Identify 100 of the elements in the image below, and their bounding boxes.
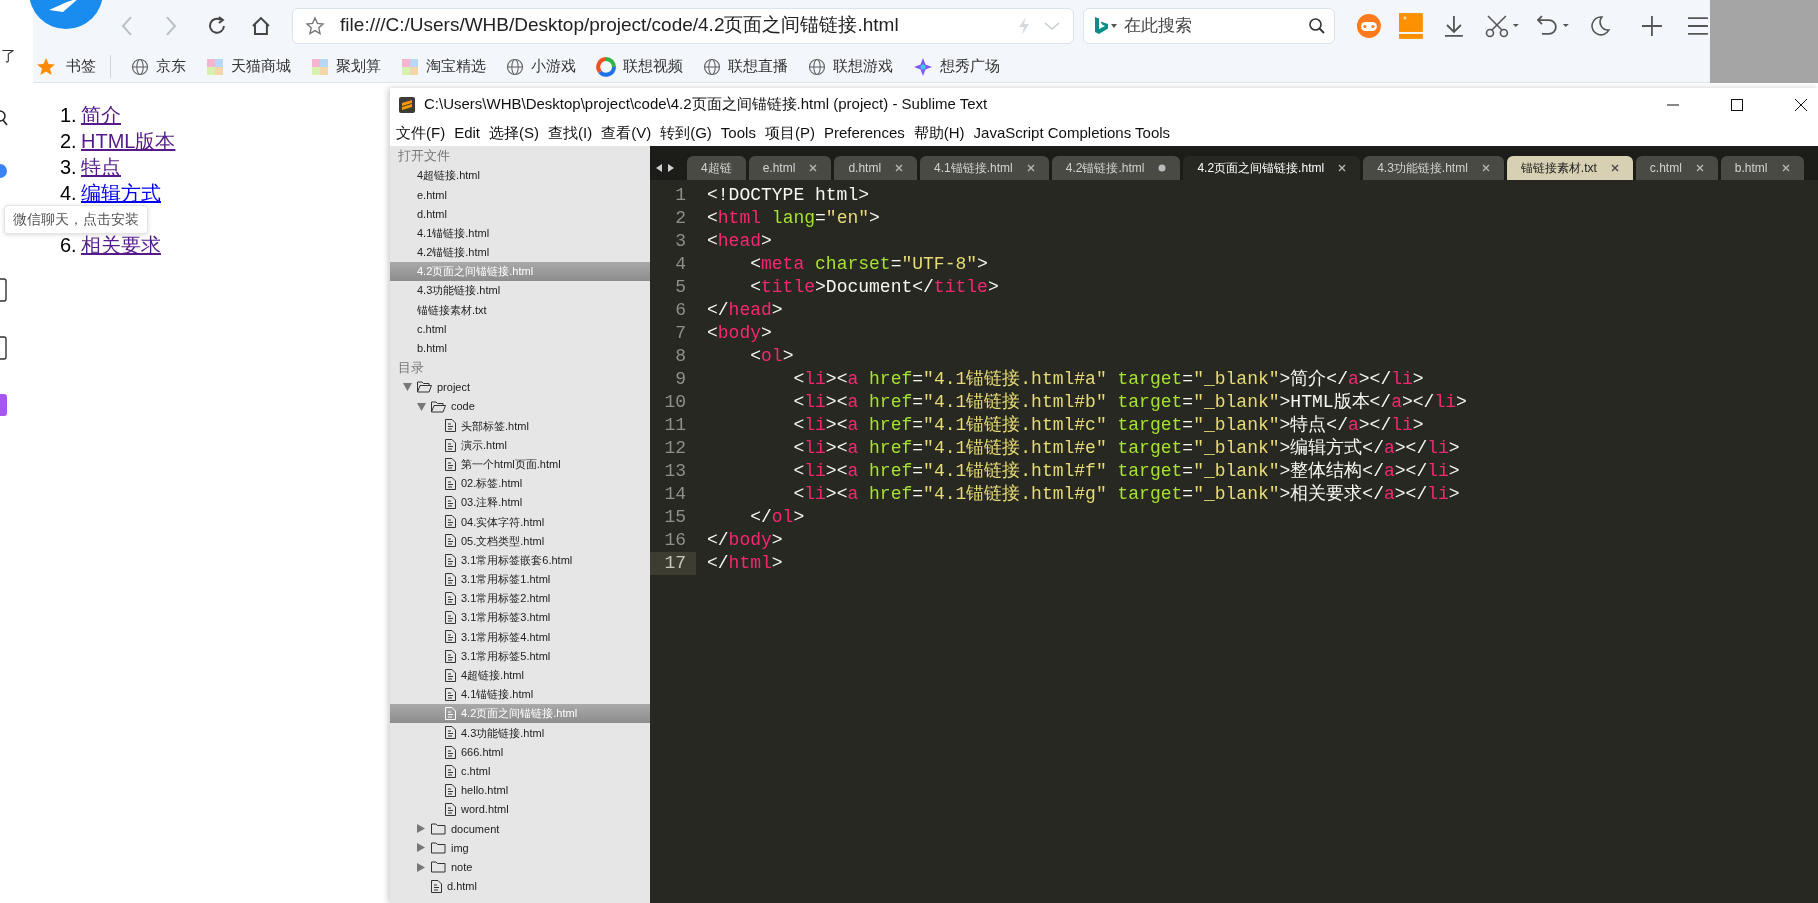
- file-item[interactable]: 4.3功能链接.html: [390, 723, 650, 743]
- expand-arrow-icon[interactable]: [403, 383, 412, 392]
- editor-tab[interactable]: b.html: [1720, 156, 1804, 180]
- menu-item[interactable]: Preferences: [823, 122, 905, 145]
- open-file-item[interactable]: e.html: [390, 185, 650, 205]
- open-file-item[interactable]: 4超链接.html: [390, 166, 650, 186]
- editor-tab[interactable]: c.html: [1635, 156, 1718, 180]
- address-bar[interactable]: file:///C:/Users/WHB/Desktop/project/code/4.2页面之间锚链接.html: [292, 7, 1074, 44]
- bookmark-link[interactable]: 天猫商城: [206, 55, 291, 78]
- editor-tab[interactable]: d.html: [834, 156, 918, 180]
- file-item[interactable]: 第一个html页面.html: [390, 454, 650, 474]
- menu-item[interactable]: 文件(F): [396, 122, 446, 145]
- file-item[interactable]: 03.注释.html: [390, 493, 650, 513]
- file-item[interactable]: 3.1常用标签嵌套6.html: [390, 550, 650, 570]
- link[interactable]: 相关要求: [81, 232, 161, 258]
- scroll-left-icon[interactable]: [655, 163, 663, 173]
- open-file-item[interactable]: c.html: [390, 319, 650, 339]
- folder-item[interactable]: document: [390, 819, 650, 839]
- file-item[interactable]: word.html: [390, 800, 650, 820]
- scroll-right-icon[interactable]: [667, 163, 675, 173]
- download-icon[interactable]: [1442, 13, 1466, 38]
- bookmark-link[interactable]: 小游戏: [506, 55, 576, 78]
- editor-tab[interactable]: 4.2锚链接.html: [1051, 156, 1181, 180]
- expand-arrow-icon[interactable]: [417, 402, 426, 411]
- bookmark-link[interactable]: 京东: [131, 55, 186, 78]
- menu-item[interactable]: Tools: [720, 122, 756, 145]
- file-item[interactable]: 02.标签.html: [390, 473, 650, 493]
- editor-tab[interactable]: e.html: [748, 156, 832, 180]
- file-item[interactable]: 3.1常用标签3.html: [390, 608, 650, 628]
- document-icon[interactable]: [0, 278, 8, 302]
- bookmark-link[interactable]: 联想直播: [703, 55, 788, 78]
- unsaved-dot-icon[interactable]: [1158, 164, 1167, 172]
- moon-icon[interactable]: [1588, 13, 1613, 38]
- file-item[interactable]: 演示.html: [390, 435, 650, 455]
- editor-tab[interactable]: 4超链: [687, 156, 746, 180]
- menu-item[interactable]: JavaScript Completions Tools: [973, 122, 1171, 145]
- bookmark-link[interactable]: 淘宝精选: [401, 55, 486, 78]
- menu-item[interactable]: 选择(S): [489, 122, 539, 145]
- maximize-icon[interactable]: [1730, 97, 1744, 112]
- globe-icon: [703, 57, 721, 76]
- link[interactable]: 特点: [81, 154, 121, 180]
- open-file-item[interactable]: 4.3功能链接.html: [390, 281, 650, 301]
- file-item[interactable]: 05.文档类型.html: [390, 531, 650, 551]
- link[interactable]: HTML版本: [81, 128, 176, 154]
- file-item[interactable]: d.html: [390, 876, 650, 896]
- editor-tab[interactable]: 4.2页面之间锚链接.html: [1183, 156, 1361, 180]
- collapse-arrow-icon[interactable]: [417, 843, 425, 853]
- open-file-item[interactable]: 锚链接素材.txt: [390, 300, 650, 320]
- open-file-item[interactable]: 4.1锚链接.html: [390, 223, 650, 243]
- menu-item[interactable]: 转到(G): [660, 122, 712, 145]
- link[interactable]: 编辑方式: [81, 180, 161, 206]
- file-item[interactable]: 3.1常用标签2.html: [390, 588, 650, 609]
- file-icon: [445, 764, 456, 778]
- file-item[interactable]: 4.1锚链接.html: [390, 684, 650, 705]
- collapse-arrow-icon[interactable]: [417, 824, 425, 834]
- app-tile-icon[interactable]: [0, 393, 8, 417]
- folder-item[interactable]: project: [390, 377, 650, 398]
- document-icon[interactable]: [0, 336, 8, 360]
- gamepad-icon[interactable]: [1356, 12, 1383, 39]
- open-file-item[interactable]: b.html: [390, 338, 650, 358]
- file-item[interactable]: 3.1常用标签4.html: [390, 627, 650, 647]
- link[interactable]: 简介: [81, 102, 121, 128]
- file-item[interactable]: 04.实体字符.html: [390, 512, 650, 532]
- bookmark-link[interactable]: 联想游戏: [808, 55, 893, 78]
- file-item[interactable]: 666.html: [390, 742, 650, 762]
- editor-tab[interactable]: 4.1锚链接.html: [920, 156, 1049, 180]
- open-file-item[interactable]: d.html: [390, 204, 650, 224]
- file-item[interactable]: 3.1常用标签1.html: [390, 569, 650, 589]
- editor-tab[interactable]: 锚链接素材.txt: [1506, 156, 1633, 180]
- file-item[interactable]: c.html: [390, 761, 650, 781]
- editor-tab[interactable]: 4.3功能链接.html: [1363, 156, 1504, 180]
- scissors-icon[interactable]: [1484, 13, 1521, 38]
- menu-item[interactable]: 查找(I): [548, 122, 593, 145]
- menu-item[interactable]: 帮助(H): [913, 122, 965, 145]
- collapse-arrow-icon[interactable]: [417, 862, 425, 872]
- bookmark-link[interactable]: 联想视频: [596, 55, 683, 78]
- menu-item[interactable]: 查看(V): [601, 122, 652, 145]
- folder-item[interactable]: img: [390, 838, 650, 858]
- file-item[interactable]: hello.html: [390, 780, 650, 800]
- close-icon[interactable]: [1610, 164, 1619, 172]
- close-icon[interactable]: [1338, 164, 1347, 172]
- file-item[interactable]: 头部标签.html: [390, 416, 650, 436]
- plus-icon[interactable]: [1640, 13, 1665, 38]
- menu-icon[interactable]: [1686, 15, 1710, 36]
- search-field[interactable]: 在此搜索: [1082, 7, 1336, 44]
- star-icon[interactable]: [305, 15, 326, 36]
- close-icon[interactable]: [1794, 97, 1808, 112]
- search-icon[interactable]: [0, 110, 8, 126]
- menu-item[interactable]: Edit: [454, 122, 480, 145]
- bookmarks-button[interactable]: 书签: [36, 55, 111, 78]
- menu-item[interactable]: 项目(P): [764, 122, 815, 145]
- file-item[interactable]: 4超链接.html: [390, 665, 650, 685]
- file-item[interactable]: 3.1常用标签5.html: [390, 646, 650, 666]
- folder-item[interactable]: note: [390, 857, 650, 877]
- bookmark-link[interactable]: 想秀广场: [913, 55, 1000, 78]
- folder-item[interactable]: code: [390, 397, 650, 417]
- mosaic-icon: [206, 57, 224, 76]
- bookmark-link[interactable]: 聚划算: [311, 55, 381, 78]
- open-file-item[interactable]: 4.2锚链接.html: [390, 242, 650, 262]
- search-icon[interactable]: [1308, 16, 1327, 35]
